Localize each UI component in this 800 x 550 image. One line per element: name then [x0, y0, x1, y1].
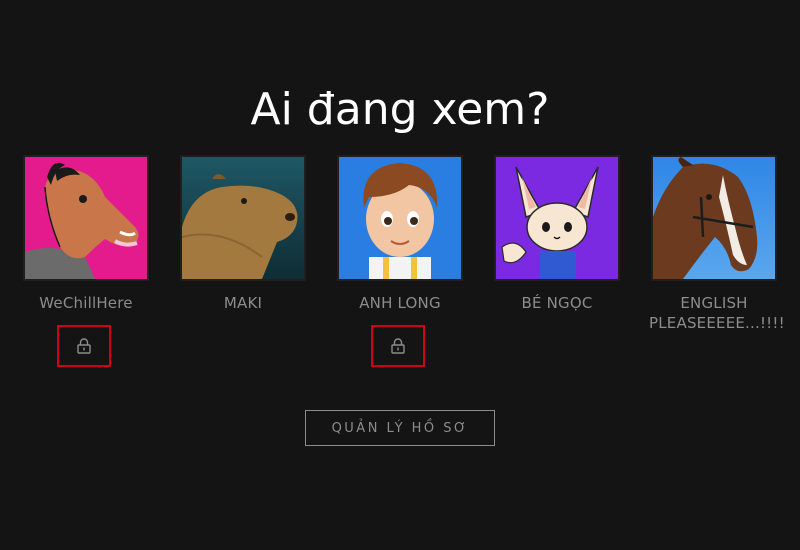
boy-cartoon-avatar-icon — [339, 157, 461, 279]
profile-be-ngoc[interactable]: BÉ NGỌC — [492, 155, 622, 313]
capybara-avatar-icon — [182, 157, 304, 279]
profile-selection-page: Ai đang xem? WeChillHere MAKI ANH LONG B… — [0, 0, 800, 550]
profile-wechillhere[interactable]: WeChillHere — [21, 155, 151, 367]
page-title: Ai đang xem? — [250, 84, 550, 135]
avatar[interactable] — [180, 155, 306, 281]
profile-name: ENGLISH PLEASEEEEE...!!!! — [649, 294, 785, 332]
profile-english-pleaseeeee[interactable]: ENGLISH PLEASEEEEE...!!!! — [649, 155, 785, 333]
avatar[interactable] — [494, 155, 620, 281]
manage-profiles-button[interactable]: QUẢN LÝ HỒ SƠ — [305, 410, 495, 446]
horse-cartoon-avatar-icon — [25, 157, 147, 279]
lock-highlight — [371, 325, 425, 367]
profile-list: WeChillHere MAKI ANH LONG BÉ NGỌC ENGLIS… — [21, 155, 785, 385]
profile-anh-long[interactable]: ANH LONG — [335, 155, 465, 367]
avatar[interactable] — [651, 155, 777, 281]
lock-highlight — [57, 325, 111, 367]
avatar[interactable] — [23, 155, 149, 281]
profile-name: MAKI — [223, 294, 263, 312]
profile-maki[interactable]: MAKI — [178, 155, 308, 313]
profile-name: WeChillHere — [39, 294, 133, 312]
horse-photo-avatar-icon — [653, 157, 775, 279]
avatar[interactable] — [337, 155, 463, 281]
lock-icon — [391, 338, 405, 354]
profile-name: BÉ NGỌC — [521, 294, 593, 312]
profile-name: ANH LONG — [359, 294, 441, 312]
lock-icon — [77, 338, 91, 354]
fox-cartoon-avatar-icon — [496, 157, 618, 279]
